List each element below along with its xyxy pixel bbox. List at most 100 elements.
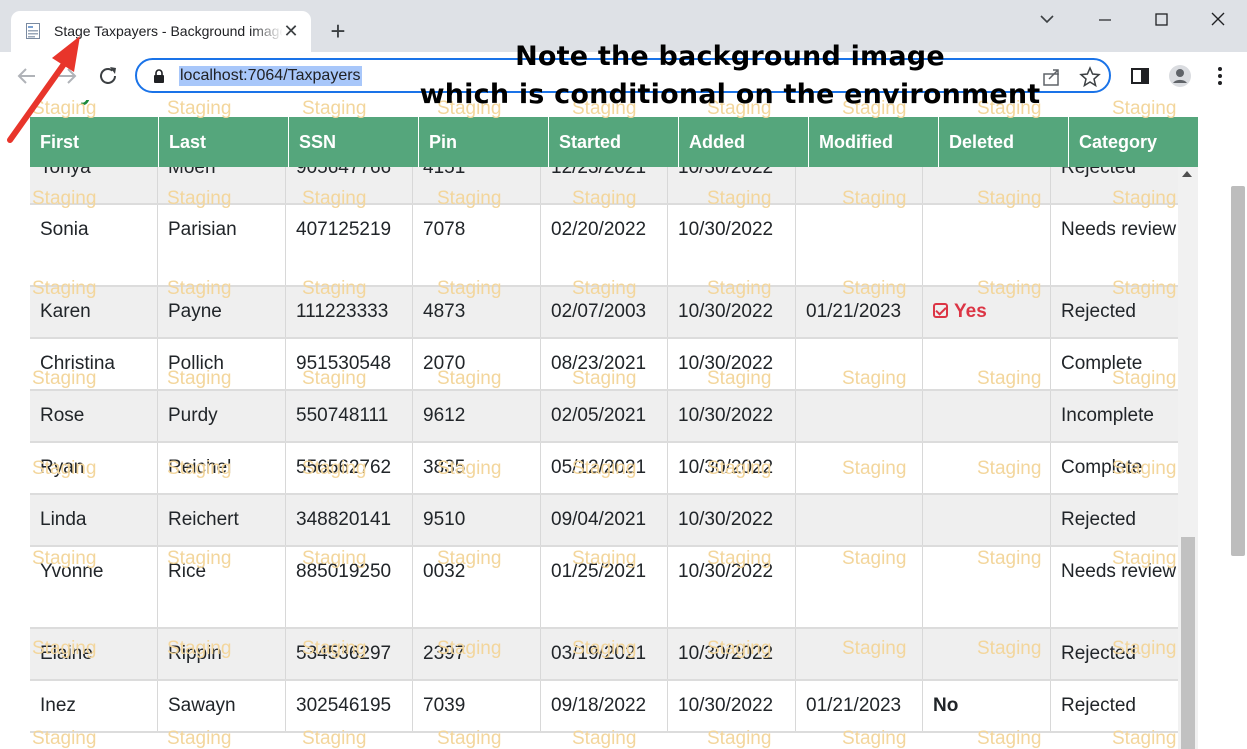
cell-pin: 2397 [412,629,540,679]
cell-ssn: 407125219 [285,205,412,285]
cell-pin: 9612 [412,391,540,441]
cell-modified [795,629,922,679]
cell-modified [795,547,922,627]
cell-pin: 7039 [412,681,540,731]
cell-first: Elaine [40,643,93,664]
cell-first: Christina [40,353,115,374]
cell-pin: 4873 [412,287,540,337]
cell-last: Rice [157,547,285,627]
cell-started: 08/23/2021 [540,339,667,389]
cell-pin: 9510 [412,495,540,545]
table-row[interactable]: Yvonne Rice 885019250 0032 01/25/2021 10/30/2… [30,547,1178,629]
column-header-last[interactable]: Last [158,117,288,167]
table-row[interactable]: Christina Pollich 951530548 2070 08/23/2021 1… [30,339,1178,391]
checkbox-checked-icon [933,303,948,318]
column-header-started[interactable]: Started [548,117,678,167]
cell-deleted [922,339,1050,389]
cell-started: 03/19/2021 [540,629,667,679]
cell-category: Incomplete [1050,391,1178,441]
cell-first: Yvonne [40,561,104,582]
column-header-modified[interactable]: Modified [808,117,938,167]
cell-added: 10/30/2022 [667,443,795,493]
cell-category: Needs review [1050,547,1178,627]
table-header: First Last SSN Pin Started Added Modified Delet… [30,117,1198,167]
cell-started: 01/25/2021 [540,547,667,627]
chevron-down-icon[interactable] [1032,8,1062,32]
maximize-icon[interactable] [1146,8,1176,32]
scroll-up-icon[interactable] [1182,171,1192,177]
column-header-ssn[interactable]: SSN [288,117,418,167]
page-scrollbar[interactable] [1229,100,1247,749]
cell-deleted [922,443,1050,493]
cell-last: Payne [157,287,285,337]
cell-added: 10/30/2022 [667,629,795,679]
cell-modified [795,339,922,389]
cell-first: Karen [40,301,91,322]
table-row[interactable]: Karen Payne 111223333 4873 02/07/2003 10/30/2… [30,287,1178,339]
cell-modified: 01/21/2023 [795,287,922,337]
cell-category: Needs review [1050,205,1178,285]
column-header-pin[interactable]: Pin [418,117,548,167]
cell-first: Linda [40,509,87,530]
annotation-arrow-icon [7,36,80,143]
cell-pin: 2070 [412,339,540,389]
new-tab-icon[interactable]: + [325,18,351,44]
table-row[interactable]: Inez Sawayn 302546195 7039 09/18/2022 10/30/2… [30,681,1178,733]
star-icon[interactable] [1079,66,1101,88]
minimize-icon[interactable] [1090,8,1120,32]
table-row[interactable]: Sonia Parisian 407125219 7078 02/20/2022 10/3… [30,205,1178,287]
lock-icon[interactable] [153,69,165,83]
column-header-added[interactable]: Added [678,117,808,167]
cell-last: Reichert [157,495,285,545]
cell-added: 10/30/2022 [667,205,795,285]
cell-modified [795,443,922,493]
cell-ssn: 302546195 [285,681,412,731]
cell-modified [795,205,922,285]
table-row[interactable]: Linda Reichert 348820141 9510 09/04/2021 10/3… [30,495,1178,547]
cell-deleted [922,495,1050,545]
window-close-icon[interactable] [1203,8,1233,32]
cell-pin: 0032 [412,547,540,627]
close-icon[interactable]: ✕ [281,21,301,41]
cell-added: 10/30/2022 [667,339,795,389]
page-content: y FirstLastSSNPinStartedAddedModifiedDel… [0,100,1247,749]
cell-deleted: Yes [922,287,1050,337]
profile-icon[interactable] [1168,64,1192,88]
table-row[interactable]: Ryan Reichel 556562762 3835 05/12/2021 10/30/… [30,443,1178,495]
table-row[interactable]: Elaine Rippin 534536297 2397 03/19/2021 10/30… [30,629,1178,681]
column-header-category[interactable]: Category [1068,117,1198,167]
cell-first: Sonia [40,219,89,240]
cell-ssn: 348820141 [285,495,412,545]
cell-ssn: 885019250 [285,547,412,627]
cell-category: Rejected [1050,287,1178,337]
cell-added: 10/30/2022 [667,391,795,441]
cell-category: Rejected [1050,681,1178,731]
table-row[interactable]: Rose Purdy 550748111 9612 02/05/2021 10/30/20… [30,391,1178,443]
cell-modified: 01/21/2023 [795,681,922,731]
cell-pin: 7078 [412,205,540,285]
cell-added: 10/30/2022 [667,681,795,731]
cell-started: 09/04/2021 [540,495,667,545]
kebab-menu-icon[interactable] [1208,64,1232,88]
cell-first: Ryan [40,457,85,478]
table-scrollbar[interactable] [1178,167,1198,749]
cell-first: Rose [40,405,85,426]
url-text[interactable]: localhost:7064/Taxpayers [179,66,362,86]
cell-last: Rippin [157,629,285,679]
cell-category: Complete [1050,443,1178,493]
cell-deleted [922,547,1050,627]
cell-category: Complete [1050,339,1178,389]
side-panel-icon[interactable] [1128,64,1152,88]
cell-started: 05/12/2021 [540,443,667,493]
table-scroll-thumb[interactable] [1181,537,1195,749]
cell-pin: 3835 [412,443,540,493]
cell-category: Rejected [1050,495,1178,545]
column-header-deleted[interactable]: Deleted [938,117,1068,167]
deleted-yes-label: Yes [954,301,987,322]
cell-added: 10/30/2022 [667,547,795,627]
tab-title-fade [251,21,283,43]
cell-deleted [922,629,1050,679]
cell-first: Inez [40,695,76,716]
page-scroll-thumb[interactable] [1231,186,1245,556]
cell-ssn: 550748111 [285,391,412,441]
